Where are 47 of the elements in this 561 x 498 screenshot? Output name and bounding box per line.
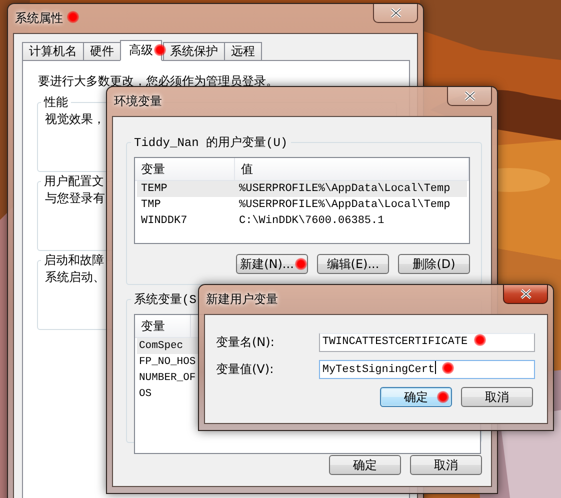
group-title: 系统变量(S bbox=[131, 291, 200, 308]
variable-name: OS bbox=[138, 387, 152, 402]
variable-name: TEMP bbox=[140, 182, 168, 197]
variable-name: FP_NO_HOS bbox=[138, 355, 196, 370]
window-title: 新建用户变量 bbox=[205, 291, 278, 308]
variable-name: WINDDK7 bbox=[140, 214, 188, 229]
column-header[interactable]: 值 bbox=[235, 158, 469, 180]
tab[interactable]: 计算机名 bbox=[22, 42, 84, 60]
window-title: 环境变量 bbox=[113, 93, 162, 110]
group-title: 用户配置文 bbox=[41, 173, 107, 190]
text-cursor bbox=[434, 361, 436, 374]
column-header[interactable]: 变量 bbox=[135, 158, 235, 180]
dialog-button[interactable]: 确定 bbox=[329, 455, 401, 475]
group-title: Tiddy_Nan 的用户变量(U) bbox=[131, 134, 291, 151]
variable-value: C:\WinDDK\7600.06385.1 bbox=[238, 214, 384, 229]
close-icon bbox=[464, 91, 476, 101]
variable-value: %USERPROFILE%\AppData\Local\Temp bbox=[238, 182, 450, 197]
group-title: 性能 bbox=[41, 94, 71, 111]
close-icon bbox=[520, 289, 532, 299]
field-label: 变量值(V): bbox=[216, 361, 275, 378]
dialog-button[interactable]: 新建(N)... bbox=[236, 254, 308, 274]
text-field[interactable]: MyTestSigningCert bbox=[319, 360, 535, 379]
group-text: 与您登录有 bbox=[45, 191, 105, 205]
close-button[interactable] bbox=[447, 87, 492, 106]
variable-name: ComSpec bbox=[138, 339, 184, 354]
window-title: 系统属性 bbox=[13, 10, 63, 27]
variable-name: NUMBER_OF bbox=[138, 371, 196, 386]
dialog-button[interactable]: 删除(D) bbox=[398, 254, 470, 274]
group-text: 系统启动、 bbox=[45, 270, 105, 284]
close-button[interactable] bbox=[373, 4, 418, 23]
dialog-button[interactable]: 取消 bbox=[410, 455, 482, 475]
column-header[interactable]: 变量 bbox=[135, 315, 191, 337]
variable-value: %USERPROFILE%\AppData\Local\Temp bbox=[238, 198, 450, 213]
tab[interactable]: 系统保护 bbox=[163, 42, 225, 60]
dialog-button[interactable]: 编辑(E)... bbox=[317, 254, 389, 274]
close-icon bbox=[390, 8, 402, 18]
variable-name: TMP bbox=[140, 198, 162, 213]
group-title: 启动和故障 bbox=[41, 252, 107, 269]
tab[interactable]: 远程 bbox=[224, 42, 262, 60]
tab[interactable]: 硬件 bbox=[83, 42, 121, 60]
dialog-button[interactable]: 确定 bbox=[380, 387, 452, 407]
group-text: 视觉效果， bbox=[45, 112, 105, 126]
dialog-button[interactable]: 取消 bbox=[461, 387, 533, 407]
variable-list[interactable]: 变量 值 TEMP %USERPROFILE%\AppData\Local\Temp TMP %USERPROFILE%\AppData\Local\Temp WINDDK7 C:\WinDDK\7600.06385.1 bbox=[134, 157, 470, 244]
close-button[interactable] bbox=[503, 285, 548, 304]
text-field[interactable]: TWINCATTESTCERTIFICATE bbox=[319, 333, 535, 352]
field-label: 变量名(N): bbox=[216, 334, 276, 351]
